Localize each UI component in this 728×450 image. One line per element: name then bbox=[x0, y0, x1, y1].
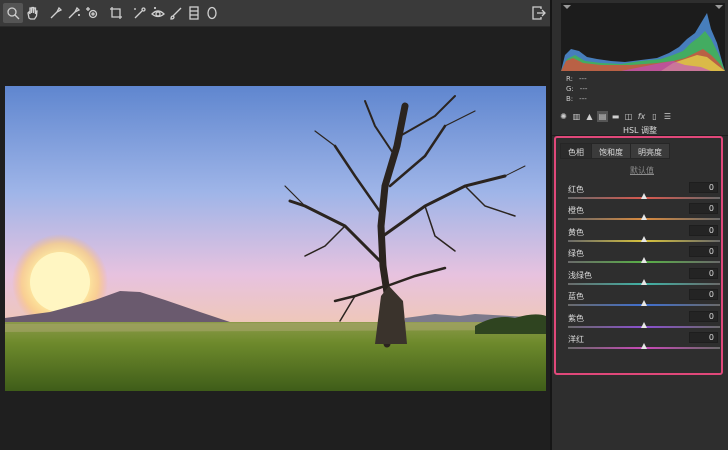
slider-label: 紫色 bbox=[568, 314, 584, 323]
slider-row-magenta: 洋红 0 bbox=[568, 332, 720, 354]
white-balance-icon[interactable] bbox=[46, 3, 66, 23]
panel-tabs: ✺ ▥ ▲ ▤ ▬ ◫ fx ▯ ☰ bbox=[558, 111, 673, 123]
camera-calibration-icon[interactable]: ▯ bbox=[649, 111, 660, 122]
graduated-filter-icon[interactable] bbox=[184, 3, 204, 23]
histogram bbox=[561, 3, 725, 71]
g-label: G: bbox=[566, 85, 574, 93]
slider-row-blue: 蓝色 0 bbox=[568, 289, 720, 311]
slider-label: 橙色 bbox=[568, 206, 584, 215]
tab-hue[interactable]: 色相 bbox=[560, 143, 592, 159]
slider-value[interactable]: 0 bbox=[689, 289, 718, 300]
slider-thumb[interactable] bbox=[641, 193, 647, 199]
target-adjust-icon[interactable] bbox=[82, 3, 102, 23]
b-label: B: bbox=[566, 95, 574, 103]
split-toning-icon[interactable]: ▬ bbox=[610, 111, 621, 122]
slider-thumb[interactable] bbox=[641, 300, 647, 306]
crop-tool-icon[interactable] bbox=[106, 3, 126, 23]
r-label: R: bbox=[566, 75, 574, 83]
slider-row-green: 绿色 0 bbox=[568, 246, 720, 268]
slider-label: 蓝色 bbox=[568, 292, 584, 301]
landscape-photo bbox=[5, 86, 546, 391]
hsl-panel-icon[interactable]: ▤ bbox=[597, 111, 608, 122]
radial-filter-icon[interactable] bbox=[202, 3, 222, 23]
defaults-link[interactable]: 默认值 bbox=[562, 165, 722, 176]
slider-value[interactable]: 0 bbox=[689, 332, 718, 343]
slider-label: 绿色 bbox=[568, 249, 584, 258]
spot-removal-icon[interactable] bbox=[130, 3, 150, 23]
detail-panel-icon[interactable]: ▲ bbox=[584, 111, 595, 122]
slider-thumb[interactable] bbox=[641, 343, 647, 349]
slider-thumb[interactable] bbox=[641, 236, 647, 242]
g-value: --- bbox=[579, 85, 588, 93]
lens-corrections-icon[interactable]: ◫ bbox=[623, 111, 634, 122]
hsl-tabs: 色相 饱和度 明亮度 bbox=[560, 143, 670, 159]
tone-curve-icon[interactable]: ▥ bbox=[571, 111, 582, 122]
slider-value[interactable]: 0 bbox=[689, 182, 718, 193]
slider-value[interactable]: 0 bbox=[689, 311, 718, 322]
effects-panel-icon[interactable]: fx bbox=[636, 111, 647, 122]
slider-row-aqua: 浅绿色 0 bbox=[568, 268, 720, 290]
slider-value[interactable]: 0 bbox=[689, 225, 718, 236]
hand-tool-icon[interactable] bbox=[22, 3, 42, 23]
slider-thumb[interactable] bbox=[641, 279, 647, 285]
tab-luminance[interactable]: 明亮度 bbox=[630, 143, 670, 159]
brush-icon[interactable] bbox=[166, 3, 186, 23]
slider-label: 洋红 bbox=[568, 335, 584, 344]
presets-icon[interactable]: ☰ bbox=[662, 111, 673, 122]
toolbar bbox=[0, 0, 552, 27]
slider-value[interactable]: 0 bbox=[689, 268, 718, 279]
basic-panel-icon[interactable]: ✺ bbox=[558, 111, 569, 122]
tab-saturation[interactable]: 饱和度 bbox=[591, 143, 631, 159]
red-eye-icon[interactable] bbox=[148, 3, 168, 23]
slider-label: 黄色 bbox=[568, 228, 584, 237]
slider-thumb[interactable] bbox=[641, 214, 647, 220]
b-value: --- bbox=[579, 95, 587, 103]
slider-thumb[interactable] bbox=[641, 322, 647, 328]
photo-canvas[interactable] bbox=[5, 86, 546, 391]
slider-row-orange: 橙色 0 bbox=[568, 203, 720, 225]
zoom-tool-icon[interactable] bbox=[3, 3, 23, 23]
rgb-readout: R: --- G: --- B: --- bbox=[566, 74, 587, 104]
slider-thumb[interactable] bbox=[641, 257, 647, 263]
color-sampler-icon[interactable] bbox=[64, 3, 84, 23]
slider-row-yellow: 黄色 0 bbox=[568, 225, 720, 247]
slider-value[interactable]: 0 bbox=[689, 246, 718, 257]
slider-label: 红色 bbox=[568, 185, 584, 194]
slider-value[interactable]: 0 bbox=[689, 203, 718, 214]
slider-row-red: 红色 0 bbox=[568, 182, 720, 204]
r-value: --- bbox=[579, 75, 587, 83]
slider-row-purple: 紫色 0 bbox=[568, 311, 720, 333]
export-icon[interactable] bbox=[529, 3, 549, 23]
slider-label: 浅绿色 bbox=[568, 271, 592, 280]
